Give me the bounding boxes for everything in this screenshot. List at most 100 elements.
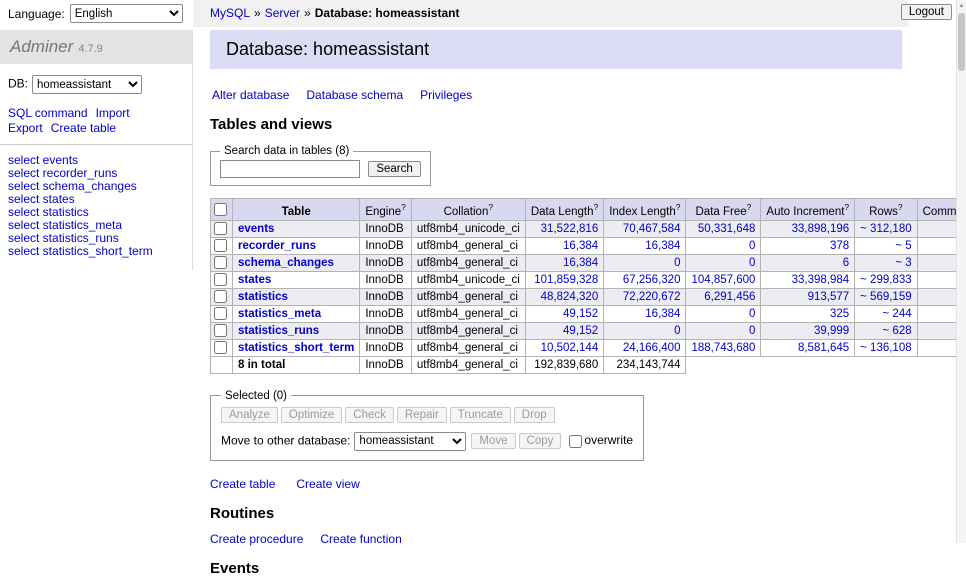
sidebar-action-link[interactable]: SQL command [8, 106, 88, 120]
routine-links: Create procedure Create function [210, 532, 902, 546]
engine-cell: InnoDB [360, 305, 412, 322]
data-length-cell: 16,384 [525, 237, 603, 254]
db-nav-link[interactable]: Alter database [212, 88, 289, 102]
data-free-cell: 50,331,648 [686, 220, 761, 237]
row-checkbox[interactable] [214, 290, 227, 303]
table-name-cell: schema_changes [233, 254, 360, 271]
auto-increment-cell: 325 [761, 305, 855, 322]
table-row: recorder_runs InnoDB utf8mb4_general_ci … [211, 237, 966, 254]
table-name-cell: statistics [233, 288, 360, 305]
row-checkbox[interactable] [214, 307, 227, 320]
index-length-cell: 16,384 [604, 305, 686, 322]
sidebar-action-link[interactable]: Create table [51, 121, 116, 135]
breadcrumb-current: Database: homeassistant [315, 6, 460, 20]
selected-legend: Selected (0) [221, 390, 291, 402]
table-row: schema_changes InnoDB utf8mb4_general_ci… [211, 254, 966, 271]
row-checkbox-cell [211, 305, 233, 322]
column-header: Engine? [360, 199, 412, 221]
search-input[interactable] [220, 160, 360, 178]
search-button[interactable]: Search [368, 161, 420, 177]
help-icon: ? [593, 202, 598, 212]
table-row: statistics InnoDB utf8mb4_general_ci 48,… [211, 288, 966, 305]
table-name-link[interactable]: recorder_runs [238, 240, 316, 252]
table-name-link[interactable]: statistics [238, 291, 288, 303]
table-row: statistics_meta InnoDB utf8mb4_general_c… [211, 305, 966, 322]
sidebar: Adminer4.7.9 DB:homeassistant SQL comman… [0, 30, 193, 270]
row-checkbox[interactable] [214, 273, 227, 286]
routine-link[interactable]: Create procedure [210, 532, 303, 546]
data-length-cell: 49,152 [525, 305, 603, 322]
data-length-cell: 48,824,320 [525, 288, 603, 305]
db-nav-links: Alter database Database schema Privileges [212, 88, 900, 102]
totals-engine: InnoDB [360, 356, 412, 373]
scroll-up-icon[interactable]: ▲ [957, 1, 966, 11]
table-name-link[interactable]: events [238, 223, 274, 235]
engine-cell: InnoDB [360, 271, 412, 288]
scrollbar-thumb[interactable] [958, 13, 965, 71]
select-all-checkbox[interactable] [214, 203, 227, 216]
table-name-link[interactable]: schema_changes [238, 257, 334, 269]
create-link[interactable]: Create view [296, 477, 359, 491]
selected-action-button[interactable]: Drop [514, 407, 555, 423]
sidebar-action-links-row2: Export Create table [8, 122, 184, 136]
selected-action-button[interactable]: Analyze [221, 407, 278, 423]
selected-action-button[interactable]: Optimize [281, 407, 342, 423]
row-checkbox-cell [211, 237, 233, 254]
column-header: Data Length? [525, 199, 603, 221]
breadcrumb: MySQL»Server»Database: homeassistant [193, 0, 908, 27]
table-name-link[interactable]: statistics_short_term [238, 342, 354, 354]
overwrite-label: overwrite [584, 433, 633, 447]
data-free-cell: 104,857,600 [686, 271, 761, 288]
data-length-cell: 31,522,816 [525, 220, 603, 237]
collation-cell: utf8mb4_unicode_ci [411, 220, 525, 237]
language-select[interactable]: English [70, 4, 183, 23]
main-content: Database: homeassistant Alter databaseDa… [210, 30, 902, 577]
overwrite-checkbox[interactable] [569, 435, 582, 448]
row-checkbox[interactable] [214, 256, 227, 269]
engine-cell: InnoDB [360, 288, 412, 305]
header-checkbox-cell [211, 199, 233, 221]
help-icon: ? [898, 202, 903, 212]
data-length-cell: 16,384 [525, 254, 603, 271]
column-header: Data Free? [686, 199, 761, 221]
sidebar-action-link[interactable]: Import [96, 106, 130, 120]
row-checkbox[interactable] [214, 341, 227, 354]
row-checkbox[interactable] [214, 222, 227, 235]
breadcrumb-link[interactable]: Server [265, 6, 300, 20]
move-button[interactable]: Move [471, 433, 515, 449]
sidebar-select-table-link[interactable]: select statistics_short_term [8, 245, 184, 258]
db-select[interactable]: homeassistant [32, 75, 142, 94]
breadcrumb-link[interactable]: MySQL [210, 6, 250, 20]
column-header: Index Length? [604, 199, 686, 221]
column-header: Auto Increment? [761, 199, 855, 221]
index-length-cell: 0 [604, 322, 686, 339]
collation-cell: utf8mb4_unicode_ci [411, 271, 525, 288]
copy-button[interactable]: Copy [519, 433, 562, 449]
create-link[interactable]: Create table [210, 477, 275, 491]
sidebar-action-link[interactable]: Export [8, 121, 43, 135]
table-name-link[interactable]: states [238, 274, 271, 286]
data-free-cell: 0 [686, 237, 761, 254]
logout-button[interactable]: Logout [901, 4, 952, 20]
engine-cell: InnoDB [360, 237, 412, 254]
table-name-link[interactable]: statistics_runs [238, 325, 319, 337]
row-checkbox[interactable] [214, 324, 227, 337]
help-icon: ? [676, 202, 681, 212]
collation-cell: utf8mb4_general_ci [411, 254, 525, 271]
rows-count-cell: ~ 299,833 [855, 271, 917, 288]
rows-count-cell: ~ 136,108 [855, 339, 917, 356]
selected-action-button[interactable]: Truncate [450, 407, 511, 423]
move-db-select[interactable]: homeassistant [354, 432, 466, 451]
selected-action-button[interactable]: Repair [397, 407, 447, 423]
index-length-cell: 67,256,320 [604, 271, 686, 288]
db-nav-link[interactable]: Privileges [420, 88, 472, 102]
language-area: Language: English [8, 0, 183, 27]
table-name-link[interactable]: statistics_meta [238, 308, 321, 320]
row-checkbox[interactable] [214, 239, 227, 252]
totals-label: 8 in total [233, 356, 360, 373]
db-nav-link[interactable]: Database schema [306, 88, 403, 102]
vertical-scrollbar[interactable]: ▲ [956, 0, 966, 543]
selected-action-button[interactable]: Check [345, 407, 394, 423]
auto-increment-cell: 913,577 [761, 288, 855, 305]
routine-link[interactable]: Create function [320, 532, 401, 546]
